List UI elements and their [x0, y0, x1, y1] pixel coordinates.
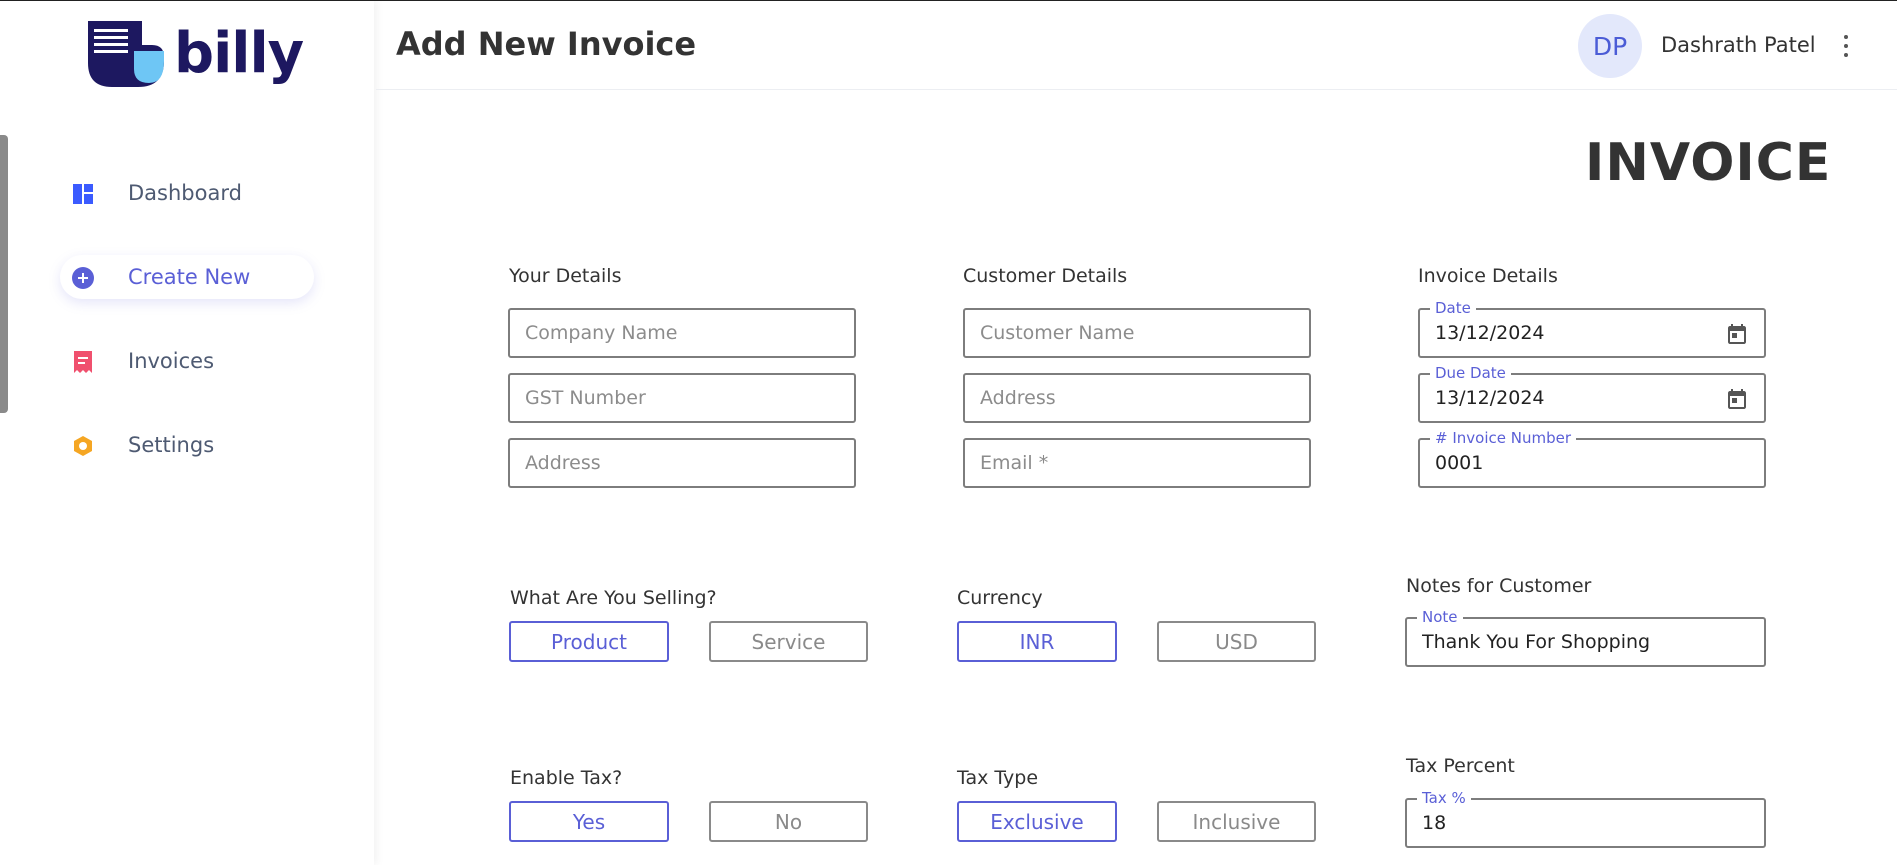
sidebar-item-label: Create New [128, 265, 251, 289]
currency-label: Currency [957, 587, 1043, 609]
note-field[interactable]: Note [1405, 609, 1766, 667]
notes-label: Notes for Customer [1406, 575, 1592, 597]
sidebar-item-label: Settings [128, 433, 215, 457]
sidebar-item-invoices[interactable]: Invoices [60, 339, 314, 383]
sidebar-item-label: Dashboard [128, 181, 242, 205]
sidebar-item-dashboard[interactable]: Dashboard [60, 171, 314, 215]
enable-tax-label: Enable Tax? [510, 767, 623, 789]
logo-text: billy [174, 21, 304, 86]
date-input[interactable] [1420, 310, 1764, 356]
avatar[interactable]: DP [1578, 14, 1642, 78]
sidebar: billy Dashboard Create New Invoices Sett… [0, 1, 374, 865]
logo-icon [88, 21, 164, 87]
tax-percent-field[interactable]: Tax % [1405, 790, 1766, 848]
top-bar: Add New Invoice DP Dashrath Patel [376, 1, 1897, 90]
customer-name-field[interactable] [963, 308, 1311, 358]
tax-no-button[interactable]: No [709, 801, 868, 842]
invoice-heading: INVOICE [1585, 133, 1832, 193]
sidebar-item-settings[interactable]: Settings [60, 423, 314, 467]
date-field-label: Date [1430, 300, 1476, 316]
logo[interactable]: billy [88, 21, 304, 91]
your-address-input[interactable] [510, 440, 854, 486]
inr-button[interactable]: INR [957, 621, 1117, 662]
customer-name-input[interactable] [965, 310, 1309, 356]
settings-icon [72, 435, 94, 457]
calendar-icon[interactable] [1725, 322, 1749, 346]
due-date-field-label: Due Date [1430, 365, 1511, 381]
date-field[interactable]: Date [1418, 300, 1766, 358]
sidebar-item-create-new[interactable]: Create New [60, 255, 314, 299]
company-name-field[interactable] [508, 308, 856, 358]
customer-email-input[interactable] [965, 440, 1309, 486]
usd-button[interactable]: USD [1157, 621, 1316, 662]
calendar-icon[interactable] [1725, 387, 1749, 411]
customer-email-field[interactable] [963, 438, 1311, 488]
due-date-field[interactable]: Due Date [1418, 365, 1766, 423]
more-options-icon[interactable] [1836, 29, 1856, 63]
tax-type-label: Tax Type [957, 767, 1039, 789]
note-field-label: Note [1417, 609, 1463, 625]
customer-address-input[interactable] [965, 375, 1309, 421]
customer-address-field[interactable] [963, 373, 1311, 423]
page-title: Add New Invoice [396, 25, 697, 63]
sidebar-scrollbar[interactable] [0, 135, 8, 413]
dashboard-icon [72, 183, 94, 205]
inclusive-button[interactable]: Inclusive [1157, 801, 1316, 842]
sidebar-item-label: Invoices [128, 349, 215, 373]
selling-label: What Are You Selling? [510, 587, 717, 609]
customer-details-label: Customer Details [963, 265, 1128, 287]
gst-number-field[interactable] [508, 373, 856, 423]
tax-yes-button[interactable]: Yes [509, 801, 669, 842]
company-name-input[interactable] [510, 310, 854, 356]
tax-percent-field-label: Tax % [1417, 790, 1471, 806]
gst-number-input[interactable] [510, 375, 854, 421]
receipt-icon [72, 351, 94, 373]
invoice-details-label: Invoice Details [1418, 265, 1558, 287]
your-details-label: Your Details [509, 265, 622, 287]
note-input[interactable] [1407, 619, 1764, 665]
plus-circle-icon [72, 267, 94, 289]
user-name[interactable]: Dashrath Patel [1661, 33, 1816, 57]
product-button[interactable]: Product [509, 621, 669, 662]
exclusive-button[interactable]: Exclusive [957, 801, 1117, 842]
tax-percent-label: Tax Percent [1406, 755, 1515, 777]
your-address-field[interactable] [508, 438, 856, 488]
service-button[interactable]: Service [709, 621, 868, 662]
invoice-number-field-label: # Invoice Number [1430, 430, 1576, 446]
invoice-number-field[interactable]: # Invoice Number [1418, 430, 1766, 488]
